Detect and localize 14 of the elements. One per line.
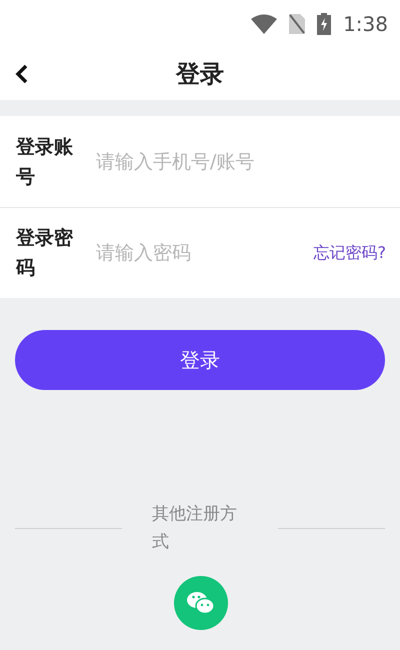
login-button[interactable]: 登录 — [15, 330, 385, 390]
no-sim-icon — [289, 14, 306, 34]
chat-bubbles-icon — [186, 590, 216, 616]
forgot-password-link[interactable]: 忘记密码? — [314, 241, 386, 265]
status-time: 1:38 — [343, 11, 388, 38]
field-label: 登录账号 — [16, 134, 74, 190]
wifi-icon — [251, 14, 278, 34]
page-title: 登录 — [176, 59, 224, 90]
input-field[interactable]: 请输入密码 — [96, 233, 314, 273]
back-chevron-icon — [15, 63, 29, 85]
input-field[interactable]: 请输入手机号/账号 — [96, 142, 386, 182]
field-label: 登录密码 — [16, 226, 74, 281]
other-register-label: 其他注册方式 — [152, 503, 238, 554]
battery-charging-icon — [317, 13, 332, 35]
